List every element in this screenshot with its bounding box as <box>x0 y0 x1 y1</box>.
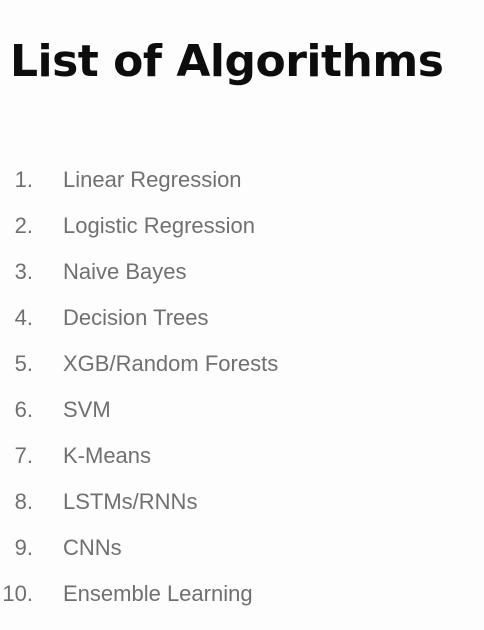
list-item: 1. Linear Regression <box>0 160 484 206</box>
list-item-number: 10. <box>2 581 33 606</box>
list-item: 9. CNNs <box>0 528 484 574</box>
list-item-label: XGB/Random Forests <box>63 351 279 376</box>
list-item: 3. Naive Bayes <box>0 252 484 298</box>
list-item-label: SVM <box>63 397 111 422</box>
list-item-number: 3. <box>14 259 33 284</box>
page: List of Algorithms 1. Linear Regression … <box>0 0 484 630</box>
list-item: 5. XGB/Random Forests <box>0 344 484 390</box>
list-item: 6. SVM <box>0 390 484 436</box>
list-item-number: 1. <box>14 167 33 192</box>
list-item-number: 8. <box>14 489 33 514</box>
list-item-label: Ensemble Learning <box>63 581 253 606</box>
list-item-number: 4. <box>14 305 33 330</box>
list-item: 10. Ensemble Learning <box>0 574 484 620</box>
list-item: 2. Logistic Regression <box>0 206 484 252</box>
list-item-label: LSTMs/RNNs <box>63 489 198 514</box>
list-item-number: 5. <box>14 351 33 376</box>
algorithm-list: 1. Linear Regression 2. Logistic Regress… <box>0 160 484 620</box>
list-item: 4. Decision Trees <box>0 298 484 344</box>
list-item-number: 9. <box>14 535 33 560</box>
list-item-label: CNNs <box>63 535 122 560</box>
list-item-number: 2. <box>14 213 33 238</box>
list-item: 7. K-Means <box>0 436 484 482</box>
list-item: 8. LSTMs/RNNs <box>0 482 484 528</box>
list-item-label: Naive Bayes <box>63 259 187 284</box>
list-item-label: K-Means <box>63 443 152 468</box>
page-title: List of Algorithms <box>10 36 444 87</box>
list-item-label: Decision Trees <box>63 305 209 330</box>
list-item-label: Linear Regression <box>63 167 242 192</box>
list-item-number: 6. <box>14 397 33 422</box>
list-item-number: 7. <box>14 443 33 468</box>
list-item-label: Logistic Regression <box>63 213 255 238</box>
